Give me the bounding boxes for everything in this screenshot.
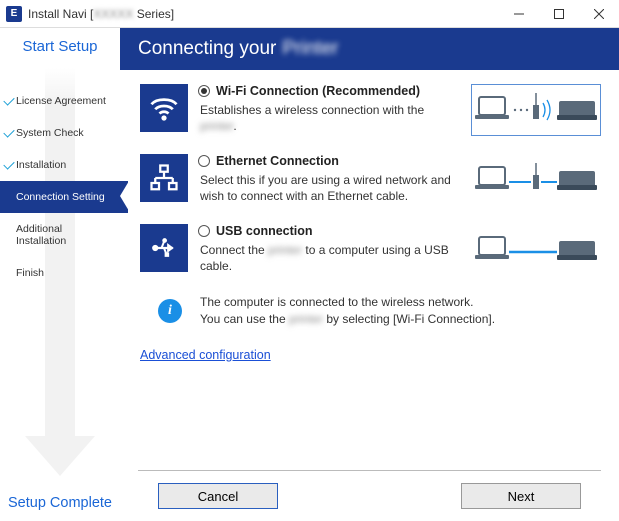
diagram-wifi [471, 84, 601, 136]
minimize-button[interactable] [499, 0, 539, 28]
desc-blur: printer [268, 243, 302, 257]
close-button[interactable] [579, 0, 619, 28]
header-blur: Printer [282, 38, 338, 60]
step-connection-setting: Connection Setting [0, 181, 128, 213]
option-desc: Select this if you are using a wired net… [198, 172, 461, 204]
start-setup-label: Start Setup [0, 28, 120, 61]
title-suffix: Series] [133, 7, 174, 21]
desc-text: Connect the [200, 243, 268, 257]
step-label: System Check [16, 127, 84, 139]
option-title: Wi-Fi Connection (Recommended) [216, 84, 420, 98]
option-wifi[interactable]: Wi-Fi Connection (Recommended) Establish… [140, 84, 601, 136]
main-panel: Connecting your Printer Wi-Fi Connection… [120, 28, 619, 521]
desc-text: . [233, 119, 236, 133]
option-desc: Connect the printer to a computer using … [198, 242, 461, 274]
advanced-configuration-link[interactable]: Advanced configuration [140, 348, 271, 362]
diagram-usb [471, 224, 601, 276]
usb-icon [140, 224, 188, 272]
info-blur: printer [289, 312, 323, 326]
main-header: Connecting your Printer [120, 28, 619, 70]
desc-text: Establishes a wireless connection with t… [200, 103, 424, 117]
info-text-part: You can use the [200, 312, 289, 326]
radio-wifi[interactable]: Wi-Fi Connection (Recommended) [198, 84, 461, 98]
option-desc: Establishes a wireless connection with t… [198, 102, 461, 134]
next-button[interactable]: Next [461, 483, 581, 509]
title-blur: XXXXX [93, 7, 133, 21]
radio-icon [198, 155, 210, 167]
radio-icon [198, 225, 210, 237]
title-prefix: Install Navi [ [28, 7, 93, 21]
diagram-ethernet [471, 154, 601, 206]
info-text-part: by selecting [Wi-Fi Connection]. [323, 312, 495, 326]
option-title: USB connection [216, 224, 313, 238]
cancel-button[interactable]: Cancel [158, 483, 278, 509]
window-controls [499, 0, 619, 28]
maximize-button[interactable] [539, 0, 579, 28]
footer: Cancel Next [138, 470, 601, 521]
step-installation: Installation [0, 149, 120, 181]
wifi-icon [140, 84, 188, 132]
step-label: Connection Setting [16, 191, 105, 203]
option-ethernet[interactable]: Ethernet Connection Select this if you a… [140, 154, 601, 206]
info-row: i The computer is connected to the wirel… [158, 294, 601, 328]
desc-blur: printer [200, 119, 233, 133]
step-finish: Finish [0, 257, 120, 289]
option-usb[interactable]: USB connection Connect the printer to a … [140, 224, 601, 276]
header-prefix: Connecting your [138, 38, 276, 60]
option-title: Ethernet Connection [216, 154, 339, 168]
step-list: License Agreement System Check Installat… [0, 61, 120, 289]
radio-usb[interactable]: USB connection [198, 224, 461, 238]
step-system-check: System Check [0, 117, 120, 149]
check-icon [3, 158, 14, 169]
setup-complete-label: Setup Complete [0, 495, 120, 511]
radio-ethernet[interactable]: Ethernet Connection [198, 154, 461, 168]
info-icon: i [158, 299, 182, 323]
step-additional-installation: Additional Installation [0, 213, 120, 257]
titlebar: E Install Navi [XXXXX Series] [0, 0, 619, 28]
step-label: Additional Installation [16, 223, 66, 247]
sidebar: Start Setup License Agreement System Che… [0, 28, 120, 521]
step-label: Finish [16, 267, 44, 279]
info-text: The computer is connected to the wireles… [200, 294, 495, 328]
radio-icon [198, 85, 210, 97]
ethernet-icon [140, 154, 188, 202]
app-icon: E [6, 6, 22, 22]
step-label: Installation [16, 159, 66, 171]
info-line2: You can use the printer by selecting [Wi… [200, 311, 495, 328]
main-content: Wi-Fi Connection (Recommended) Establish… [120, 70, 619, 470]
step-license-agreement: License Agreement [0, 85, 120, 117]
window-title: Install Navi [XXXXX Series] [28, 7, 174, 21]
check-icon [3, 126, 14, 137]
check-icon [3, 94, 14, 105]
info-line1: The computer is connected to the wireles… [200, 294, 495, 311]
step-label: License Agreement [16, 95, 106, 107]
